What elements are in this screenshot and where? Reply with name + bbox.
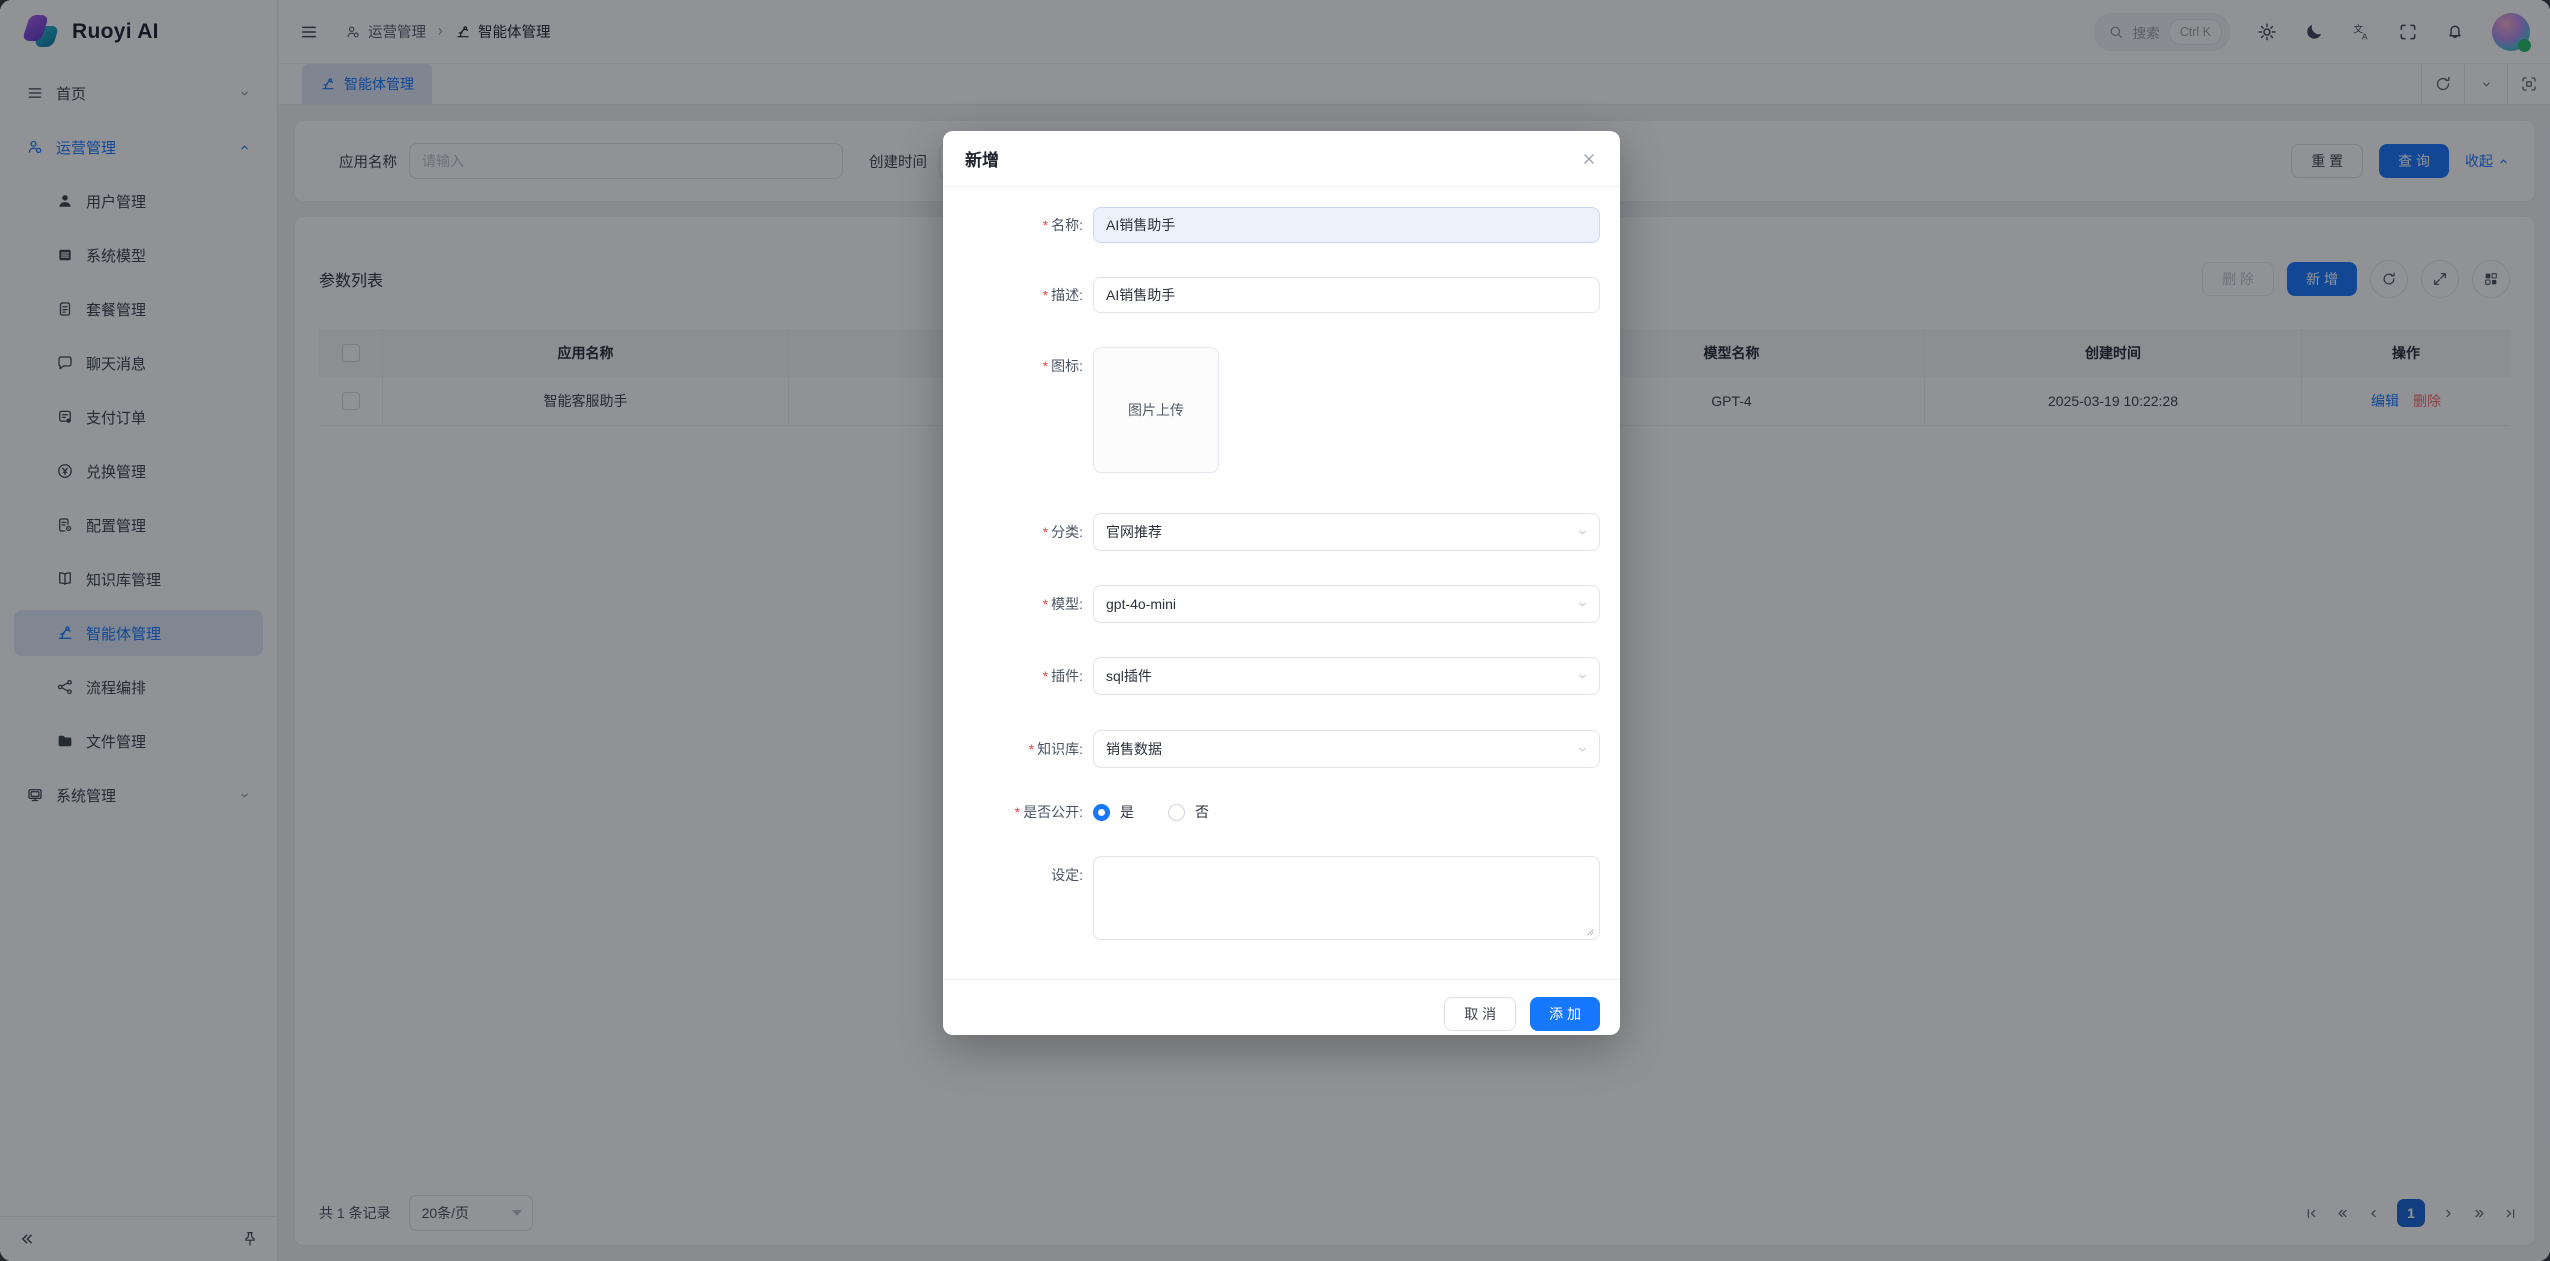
field-setting: 设定: bbox=[943, 856, 1600, 945]
description-field-label: 描述: bbox=[1051, 287, 1083, 303]
name-input[interactable] bbox=[1093, 207, 1600, 243]
field-icon: *图标: 图片上传 bbox=[943, 347, 1600, 473]
icon-field-label: 图标: bbox=[1051, 358, 1083, 374]
model-select[interactable]: gpt-4o-mini bbox=[1093, 585, 1600, 623]
add-agent-modal: 新增 *名称: *描述: *图标: 图片上传 * 分类: bbox=[943, 131, 1620, 1035]
field-category: *分类: 官网推荐 bbox=[943, 513, 1600, 551]
resize-handle[interactable] bbox=[1584, 926, 1595, 937]
radio-yes-label: 是 bbox=[1120, 802, 1134, 822]
required-mark: * bbox=[1043, 217, 1048, 233]
knowledge-field-label: 知识库: bbox=[1037, 741, 1083, 757]
field-knowledge-base: *知识库: 销售数据 bbox=[943, 730, 1600, 768]
knowledge-base-select[interactable]: 销售数据 bbox=[1093, 730, 1600, 768]
upload-text: 图片上传 bbox=[1128, 400, 1184, 420]
setting-field-label: 设定: bbox=[1051, 867, 1083, 883]
plugin-field-label: 插件: bbox=[1051, 668, 1083, 684]
chevron-down-icon bbox=[1576, 670, 1589, 683]
plugin-select[interactable]: sql插件 bbox=[1093, 657, 1600, 695]
chevron-down-icon bbox=[1576, 526, 1589, 539]
modal-body: *名称: *描述: *图标: 图片上传 *分类: 官网推荐 bbox=[943, 187, 1620, 979]
radio-no[interactable] bbox=[1168, 804, 1185, 821]
app-root: Ruoyi AI 首页 运营管理 用户管理 系统模型 bbox=[0, 0, 2550, 1261]
field-description: *描述: bbox=[943, 277, 1600, 313]
chevron-down-icon bbox=[1576, 743, 1589, 756]
field-name: *名称: bbox=[943, 207, 1600, 243]
confirm-add-button[interactable]: 添 加 bbox=[1530, 997, 1600, 1031]
modal-title: 新增 bbox=[965, 146, 999, 171]
category-select[interactable]: 官网推荐 bbox=[1093, 513, 1600, 551]
category-field-label: 分类: bbox=[1051, 524, 1083, 540]
image-upload-box[interactable]: 图片上传 bbox=[1093, 347, 1219, 473]
description-input[interactable] bbox=[1093, 277, 1600, 313]
is-public-radio-group: 是 否 bbox=[1093, 802, 1600, 822]
modal-header: 新增 bbox=[943, 131, 1620, 187]
is-public-field-label: 是否公开: bbox=[1023, 804, 1083, 820]
close-icon bbox=[1580, 150, 1598, 168]
chevron-down-icon bbox=[1576, 598, 1589, 611]
field-is-public: *是否公开: 是 否 bbox=[943, 802, 1600, 822]
radio-no-label: 否 bbox=[1195, 802, 1209, 822]
modal-footer: 取 消 添 加 bbox=[943, 979, 1620, 1047]
name-field-label: 名称: bbox=[1051, 217, 1083, 233]
radio-yes[interactable] bbox=[1093, 804, 1110, 821]
cancel-button[interactable]: 取 消 bbox=[1444, 997, 1516, 1031]
field-model: *模型: gpt-4o-mini bbox=[943, 585, 1600, 623]
setting-textarea[interactable] bbox=[1093, 856, 1600, 940]
close-modal-button[interactable] bbox=[1580, 150, 1598, 168]
model-field-label: 模型: bbox=[1051, 596, 1083, 612]
field-plugin: *插件: sql插件 bbox=[943, 657, 1600, 695]
